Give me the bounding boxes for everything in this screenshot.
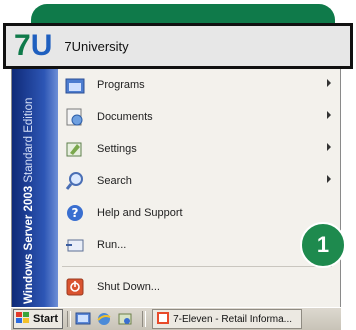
- taskbar-divider: [67, 311, 72, 327]
- os-edition-name: Standard Edition: [23, 97, 35, 183]
- os-side-text: Windows Server 2003 Standard Edition: [12, 66, 38, 304]
- menu-item-run[interactable]: Run...: [60, 231, 335, 259]
- menu-label-settings: Settings: [97, 143, 137, 155]
- programs-icon: [62, 74, 88, 96]
- help-icon: ?: [62, 202, 88, 224]
- menu-label-shutdown: Shut Down...: [97, 281, 160, 293]
- app-tile-7university[interactable]: 7U 7University: [3, 23, 353, 69]
- menu-item-documents[interactable]: Documents: [60, 103, 335, 131]
- submenu-arrow-icon: [327, 175, 331, 183]
- taskbar-window-label: 7-Eleven - Retail Informa...: [173, 313, 292, 325]
- step-number: 1: [316, 232, 330, 257]
- menu-item-help[interactable]: ? Help and Support: [60, 199, 335, 227]
- 7university-logo-icon: 7U: [14, 31, 52, 61]
- menu-item-search[interactable]: Search: [60, 167, 335, 195]
- explorer-icon[interactable]: [117, 311, 133, 327]
- run-icon: [62, 234, 88, 256]
- step-number-badge: 1: [300, 222, 346, 268]
- menu-label-programs: Programs: [97, 79, 145, 91]
- app-name: 7University: [64, 38, 129, 54]
- menu-item-settings[interactable]: Settings: [60, 135, 335, 163]
- start-button[interactable]: Start: [13, 309, 64, 329]
- menu-label-documents: Documents: [97, 111, 153, 123]
- show-desktop-icon[interactable]: [75, 311, 91, 327]
- taskbar-window-button[interactable]: 7-Eleven - Retail Informa...: [152, 309, 303, 329]
- start-label: Start: [33, 313, 59, 325]
- taskbar-divider: [142, 311, 147, 327]
- menu-label-search: Search: [97, 175, 132, 187]
- documents-icon: [62, 106, 88, 128]
- windows-logo-icon: [16, 311, 33, 327]
- menu-item-programs[interactable]: Programs: [60, 71, 335, 99]
- submenu-arrow-icon: [327, 79, 331, 87]
- os-product-name: Windows Server 2003: [23, 185, 35, 304]
- logo-seven: 7: [14, 29, 31, 62]
- search-icon: [62, 170, 88, 192]
- shutdown-icon: [62, 276, 88, 298]
- menu-label-run: Run...: [97, 239, 127, 251]
- svg-text:?: ?: [72, 206, 79, 220]
- browser-icon[interactable]: [96, 311, 112, 327]
- logo-u: U: [30, 29, 53, 62]
- submenu-arrow-icon: [327, 143, 331, 151]
- window-app-icon: [157, 311, 173, 327]
- taskbar: Start 7-Eleven - Retail Informa...: [11, 307, 341, 330]
- settings-icon: [62, 138, 88, 160]
- menu-item-shutdown[interactable]: Shut Down...: [60, 273, 335, 301]
- menu-separator: [62, 266, 332, 267]
- menu-label-help: Help and Support: [97, 207, 183, 219]
- submenu-arrow-icon: [327, 111, 331, 119]
